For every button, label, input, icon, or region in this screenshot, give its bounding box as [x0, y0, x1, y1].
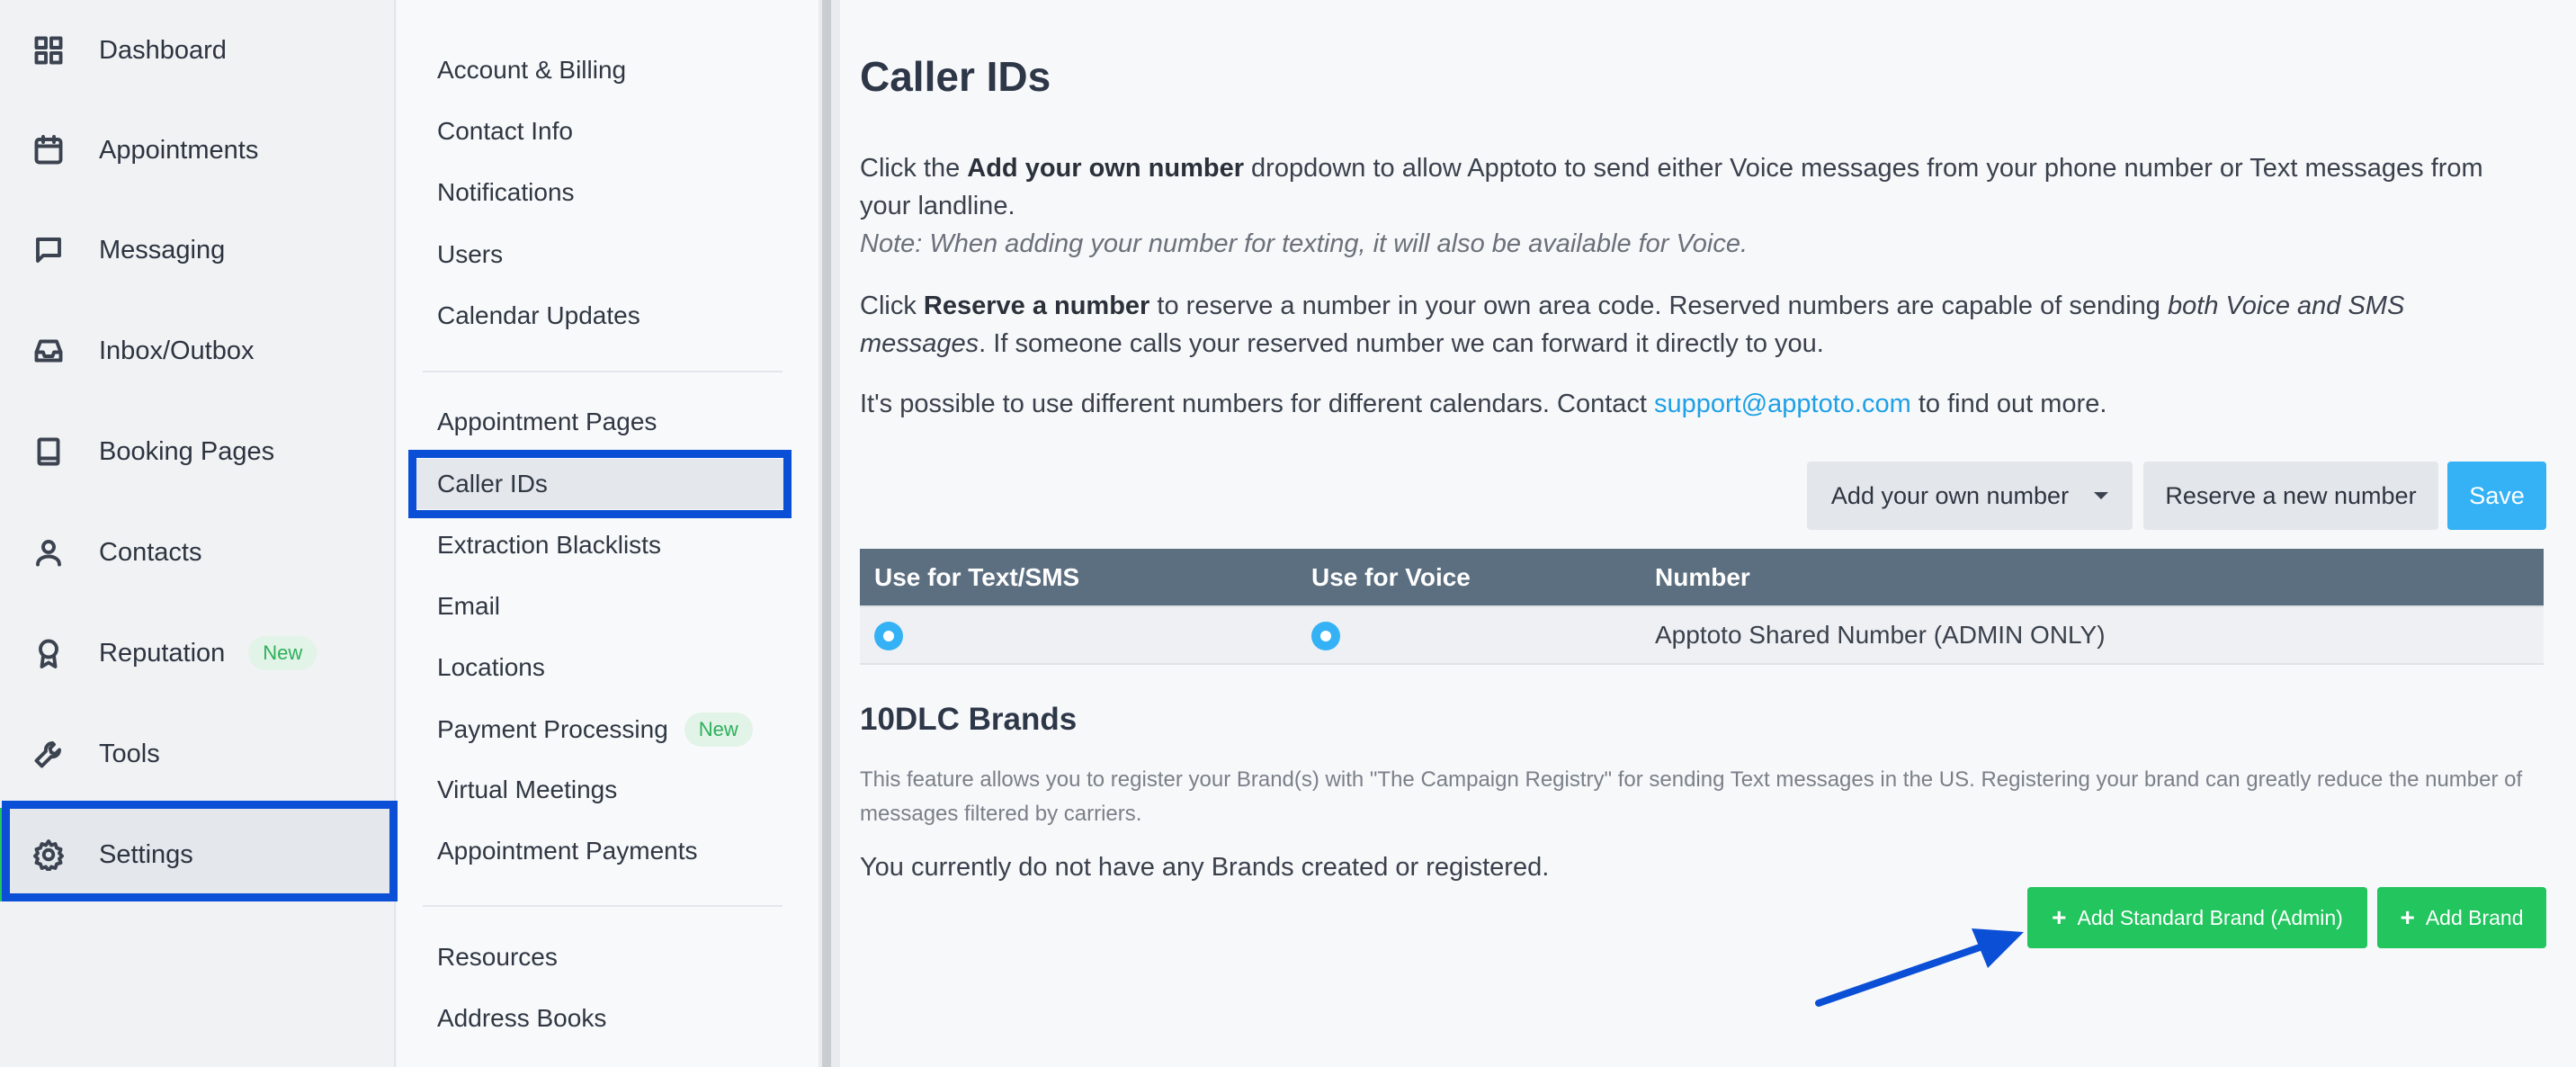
submenu-appointment-pages[interactable]: Appointment Pages	[437, 408, 657, 436]
nav-item-dashboard[interactable]: Dashboard	[0, 4, 396, 97]
submenu-notifications[interactable]: Notifications	[437, 178, 575, 207]
nav-label: Tools	[99, 739, 160, 768]
column-header: Use for Text/SMS	[860, 549, 1297, 606]
plus-icon: +	[2052, 903, 2067, 931]
button-label: Add your own number	[1830, 481, 2070, 509]
primary-nav: Dashboard Appointments Messaging Inbox/O…	[0, 0, 398, 1067]
nav-item-reputation[interactable]: Reputation New	[0, 606, 396, 700]
submenu-email[interactable]: Email	[437, 592, 500, 621]
brands-empty-text: You currently do not have any Brands cre…	[860, 853, 1550, 882]
book-icon	[31, 434, 67, 470]
chat-icon	[31, 232, 67, 268]
nav-label: Contacts	[99, 537, 202, 567]
nav-item-settings[interactable]: Settings	[0, 808, 396, 901]
new-badge: New	[248, 636, 318, 670]
column-header: Use for Voice	[1297, 549, 1641, 606]
text: to reserve a number in your own area cod…	[1149, 291, 2168, 320]
column-header: Number	[1641, 549, 2544, 606]
nav-label: Settings	[99, 839, 193, 869]
calendar-icon	[31, 132, 67, 168]
number-cell: Apptoto Shared Number (ADMIN ONLY)	[1641, 605, 2544, 665]
submenu-label: Payment Processing	[437, 715, 668, 743]
text: It's possible to use different numbers f…	[860, 390, 1654, 418]
text-bold: Add your own number	[967, 154, 1244, 183]
award-icon	[31, 635, 67, 671]
nav-item-messaging[interactable]: Messaging	[0, 203, 396, 297]
nav-item-contacts[interactable]: Contacts	[0, 506, 396, 599]
note-text: Note: When adding your number for textin…	[860, 229, 1749, 258]
text: . If someone calls your reserved number …	[979, 329, 1824, 358]
plus-icon: +	[2400, 903, 2415, 931]
nav-item-tools[interactable]: Tools	[0, 707, 396, 801]
text-bold: Reserve a number	[923, 291, 1150, 320]
pane-divider[interactable]	[818, 0, 840, 1067]
submenu-calendar-updates[interactable]: Calendar Updates	[437, 301, 640, 330]
nav-item-appointments[interactable]: Appointments	[0, 103, 396, 197]
nav-item-booking-pages[interactable]: Booking Pages	[0, 405, 396, 498]
text: Click	[860, 291, 924, 320]
intro-paragraph-1: Click the Add your own number dropdown t…	[860, 149, 2506, 263]
wrench-icon	[31, 736, 67, 772]
caller-id-table: Use for Text/SMS Use for Voice Number Ap…	[860, 549, 2544, 665]
annotation-arrow-icon	[1815, 928, 2024, 1007]
text-sms-radio[interactable]	[874, 621, 903, 650]
nav-item-inbox-outbox[interactable]: Inbox/Outbox	[0, 304, 396, 398]
grid-icon	[31, 32, 67, 68]
submenu-divider	[423, 371, 783, 372]
button-label: Add Brand	[2425, 905, 2524, 929]
intro-paragraph-2: Click Reserve a number to reserve a numb…	[860, 287, 2506, 363]
new-badge: New	[684, 713, 753, 747]
text: Click the	[860, 154, 968, 183]
page-title: Caller IDs	[860, 53, 1051, 100]
submenu-virtual-meetings[interactable]: Virtual Meetings	[437, 776, 617, 804]
table-cell	[860, 605, 1297, 665]
nav-label: Booking Pages	[99, 436, 275, 466]
main-content: Caller IDs Click the Add your own number…	[840, 0, 2576, 1067]
nav-label: Inbox/Outbox	[99, 336, 255, 365]
nav-label: Appointments	[99, 135, 259, 165]
submenu-locations[interactable]: Locations	[437, 653, 545, 682]
submenu-payment-processing[interactable]: Payment Processing New	[437, 713, 753, 747]
submenu-account-billing[interactable]: Account & Billing	[437, 56, 626, 85]
table-cell	[1297, 605, 1641, 665]
submenu-extraction-blacklists[interactable]: Extraction Blacklists	[437, 531, 661, 560]
reserve-number-button[interactable]: Reserve a new number	[2143, 462, 2438, 530]
table-header-row: Use for Text/SMS Use for Voice Number	[860, 549, 2544, 606]
save-button[interactable]: Save	[2447, 462, 2546, 530]
text: to find out more.	[1910, 390, 2107, 418]
settings-submenu: Account & Billing Contact Info Notificat…	[398, 0, 818, 1067]
submenu-appointment-payments[interactable]: Appointment Payments	[437, 837, 698, 865]
submenu-resources[interactable]: Resources	[437, 943, 558, 972]
caret-down-icon	[2094, 492, 2109, 499]
nav-label: Reputation	[99, 638, 226, 668]
add-own-number-dropdown[interactable]: Add your own number	[1807, 462, 2133, 530]
inbox-icon	[31, 333, 67, 369]
nav-label: Messaging	[99, 235, 226, 265]
submenu-users[interactable]: Users	[437, 240, 503, 269]
submenu-contact-info[interactable]: Contact Info	[437, 117, 573, 146]
submenu-address-books[interactable]: Address Books	[437, 1004, 606, 1033]
add-standard-brand-button[interactable]: + Add Standard Brand (Admin)	[2027, 887, 2367, 948]
button-label: Add Standard Brand (Admin)	[2077, 905, 2343, 929]
user-icon	[31, 534, 67, 570]
gear-icon	[31, 837, 67, 873]
support-email-link[interactable]: support@apptoto.com	[1654, 390, 1911, 418]
brands-description: This feature allows you to register your…	[860, 767, 2523, 826]
nav-label: Dashboard	[99, 35, 227, 65]
voice-radio[interactable]	[1311, 621, 1340, 650]
add-brand-button[interactable]: + Add Brand	[2377, 887, 2546, 948]
submenu-divider	[423, 905, 783, 907]
submenu-caller-ids[interactable]: Caller IDs	[416, 459, 784, 509]
brands-heading: 10DLC Brands	[860, 702, 1078, 737]
intro-paragraph-3: It's possible to use different numbers f…	[860, 385, 2506, 423]
table-row: Apptoto Shared Number (ADMIN ONLY)	[860, 605, 2544, 665]
